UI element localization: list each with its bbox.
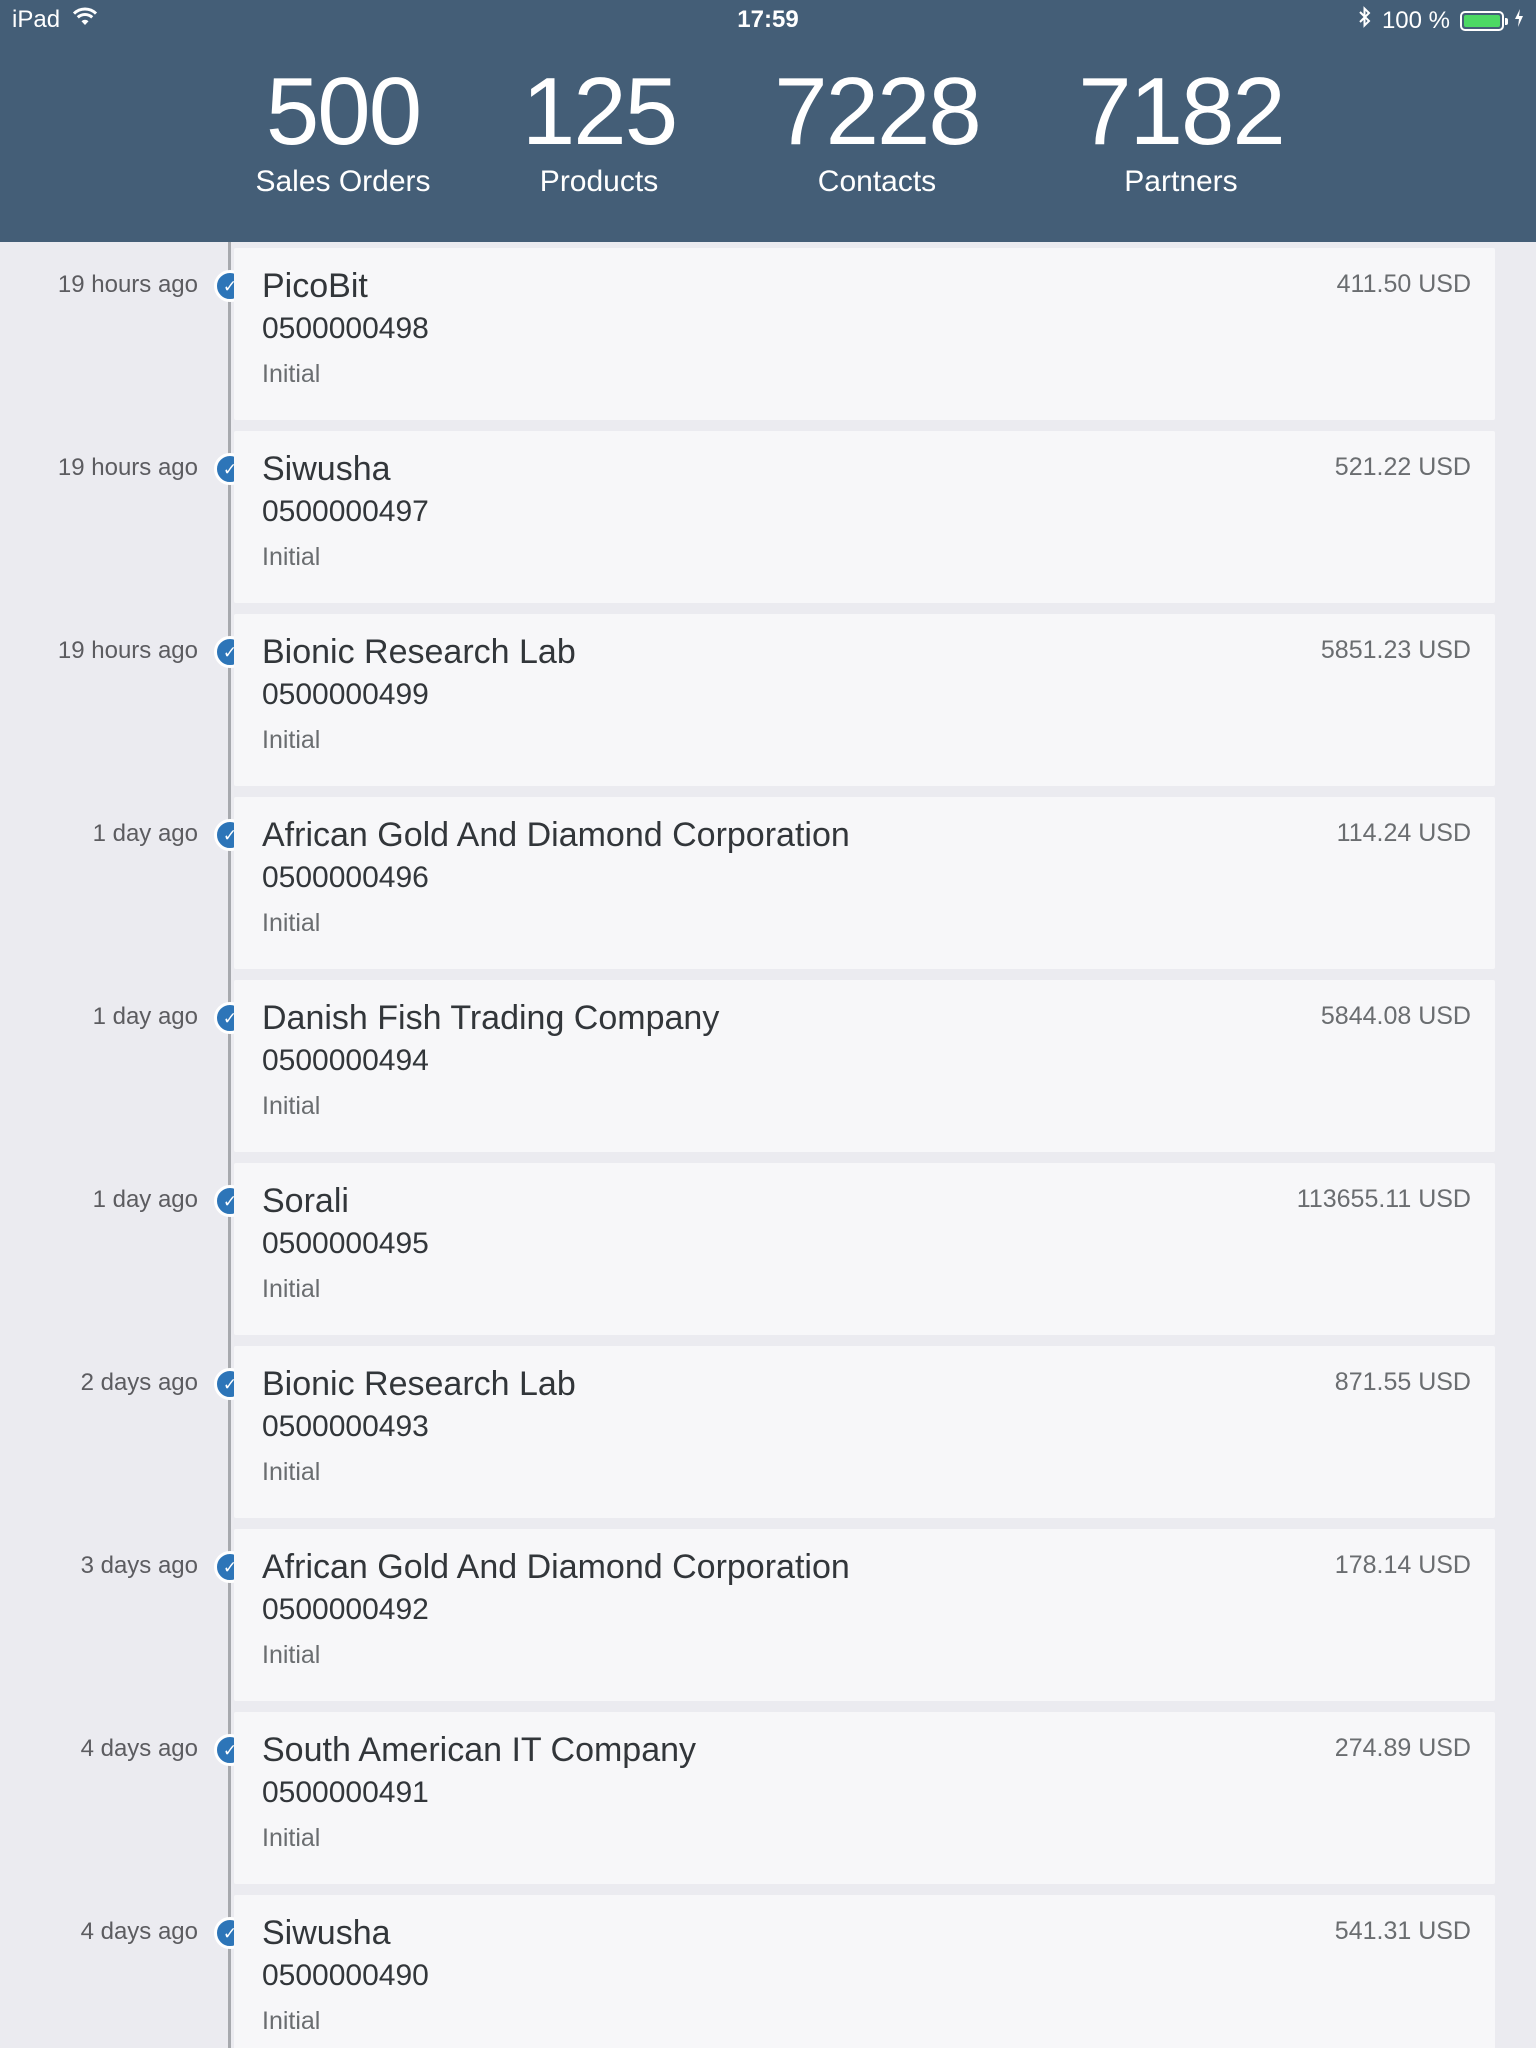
entry-time: 4 days ago: [80, 1735, 198, 1762]
order-amount: 521.22 USD: [1334, 453, 1471, 481]
battery-level: [1464, 14, 1500, 27]
order-number: 0500000495: [262, 1227, 429, 1260]
stats-row: 500 Sales Orders 125 Products 7228 Conta…: [0, 60, 1536, 210]
order-status: Initial: [262, 726, 321, 754]
order-status: Initial: [262, 1641, 321, 1669]
order-status: Initial: [262, 543, 321, 571]
order-amount: 5851.23 USD: [1320, 636, 1471, 664]
stat-value: 500: [265, 58, 422, 165]
stat-products[interactable]: 125 Products: [521, 58, 678, 200]
order-status: Initial: [262, 1458, 321, 1486]
stat-sales-orders[interactable]: 500 Sales Orders: [255, 60, 430, 200]
order-amount: 5844.08 USD: [1320, 1002, 1471, 1030]
order-status: Initial: [262, 1275, 321, 1303]
stat-value: 125: [521, 58, 678, 165]
order-card[interactable]: African Gold And Diamond Corporation 050…: [234, 797, 1495, 969]
order-number: 0500000496: [262, 861, 429, 894]
order-card[interactable]: Siwusha 0500000490 Initial 541.31 USD: [234, 1895, 1495, 2048]
order-card[interactable]: South American IT Company 0500000491 Ini…: [234, 1712, 1495, 1884]
stat-label: Partners: [1124, 165, 1238, 198]
entry-time: 2 days ago: [80, 1369, 198, 1396]
order-status: Initial: [262, 360, 321, 388]
order-number: 0500000498: [262, 312, 429, 345]
timeline-entry: 1 day ago ✓ African Gold And Diamond Cor…: [0, 791, 1536, 969]
orders-timeline[interactable]: 19 hours ago ✓ PicoBit 0500000498 Initia…: [0, 242, 1536, 2048]
order-customer: Siwusha: [262, 450, 391, 488]
order-customer: African Gold And Diamond Corporation: [262, 1548, 850, 1586]
order-number: 0500000499: [262, 678, 429, 711]
order-amount: 114.24 USD: [1336, 819, 1471, 847]
order-amount: 113655.11 USD: [1296, 1185, 1471, 1213]
order-number: 0500000492: [262, 1593, 429, 1626]
order-card[interactable]: African Gold And Diamond Corporation 050…: [234, 1529, 1495, 1701]
order-customer: Sorali: [262, 1182, 349, 1220]
order-customer: Bionic Research Lab: [262, 1365, 576, 1403]
charging-icon: [1514, 7, 1524, 35]
order-card[interactable]: Sorali 0500000495 Initial 113655.11 USD: [234, 1163, 1495, 1335]
timeline-entry: 2 days ago ✓ Bionic Research Lab 0500000…: [0, 1340, 1536, 1518]
stat-value: 7228: [774, 58, 982, 165]
order-card[interactable]: Danish Fish Trading Company 0500000494 I…: [234, 980, 1495, 1152]
entry-time: 1 day ago: [92, 820, 198, 847]
order-amount: 411.50 USD: [1336, 270, 1471, 298]
order-number: 0500000494: [262, 1044, 429, 1077]
stat-label: Products: [539, 165, 659, 198]
battery-percent: 100 %: [1381, 6, 1450, 34]
order-customer: South American IT Company: [262, 1731, 697, 1769]
timeline-entry: 1 day ago ✓ Sorali 0500000495 Initial 11…: [0, 1157, 1536, 1335]
timeline-entry: 4 days ago ✓ Siwusha 0500000490 Initial …: [0, 1889, 1536, 2048]
stat-contacts[interactable]: 7228 Contacts: [774, 58, 982, 200]
order-amount: 178.14 USD: [1334, 1551, 1471, 1579]
stat-label: Sales Orders: [255, 165, 431, 198]
stats-header: iPad 17:59 100 % 500 Sales Orders 125 Pr…: [0, 0, 1536, 242]
order-status: Initial: [262, 1824, 321, 1852]
order-customer: African Gold And Diamond Corporation: [262, 816, 850, 854]
timeline-entry: 1 day ago ✓ Danish Fish Trading Company …: [0, 974, 1536, 1152]
order-number: 0500000493: [262, 1410, 429, 1443]
stat-label: Contacts: [817, 165, 937, 198]
entry-time: 4 days ago: [80, 1918, 198, 1945]
order-customer: Danish Fish Trading Company: [262, 999, 720, 1037]
timeline-entry: 3 days ago ✓ African Gold And Diamond Co…: [0, 1523, 1536, 1701]
timeline-entry: 19 hours ago ✓ PicoBit 0500000498 Initia…: [0, 242, 1536, 420]
timeline-entry: 19 hours ago ✓ Siwusha 0500000497 Initia…: [0, 425, 1536, 603]
order-amount: 871.55 USD: [1334, 1368, 1471, 1396]
entry-time: 19 hours ago: [57, 454, 198, 481]
battery-icon: [1460, 10, 1508, 31]
bluetooth-icon: [1358, 6, 1372, 35]
order-number: 0500000490: [262, 1959, 429, 1992]
order-number: 0500000491: [262, 1776, 429, 1809]
order-card[interactable]: Bionic Research Lab 0500000499 Initial 5…: [234, 614, 1495, 786]
order-number: 0500000497: [262, 495, 429, 528]
order-amount: 541.31 USD: [1334, 1917, 1471, 1945]
timeline-entry: 19 hours ago ✓ Bionic Research Lab 05000…: [0, 608, 1536, 786]
order-amount: 274.89 USD: [1334, 1734, 1471, 1762]
timeline-entry: 4 days ago ✓ South American IT Company 0…: [0, 1706, 1536, 1884]
order-card[interactable]: Bionic Research Lab 0500000493 Initial 8…: [234, 1346, 1495, 1518]
status-time: 17:59: [737, 6, 799, 33]
order-customer: Siwusha: [262, 1914, 391, 1952]
order-customer: PicoBit: [262, 267, 368, 305]
stat-partners[interactable]: 7182 Partners: [1078, 58, 1286, 200]
entry-time: 3 days ago: [80, 1552, 198, 1579]
order-status: Initial: [262, 2007, 321, 2035]
order-customer: Bionic Research Lab: [262, 633, 576, 671]
status-bar: iPad 17:59 100 %: [0, 0, 1536, 40]
order-card[interactable]: PicoBit 0500000498 Initial 411.50 USD: [234, 248, 1495, 420]
order-status: Initial: [262, 909, 321, 937]
status-right: 100 %: [1358, 6, 1524, 35]
entry-time: 1 day ago: [92, 1186, 198, 1213]
order-card[interactable]: Siwusha 0500000497 Initial 521.22 USD: [234, 431, 1495, 603]
entry-time: 19 hours ago: [57, 271, 198, 298]
entry-time: 1 day ago: [92, 1003, 198, 1030]
entry-time: 19 hours ago: [57, 637, 198, 664]
stat-value: 7182: [1078, 58, 1286, 165]
order-status: Initial: [262, 1092, 321, 1120]
